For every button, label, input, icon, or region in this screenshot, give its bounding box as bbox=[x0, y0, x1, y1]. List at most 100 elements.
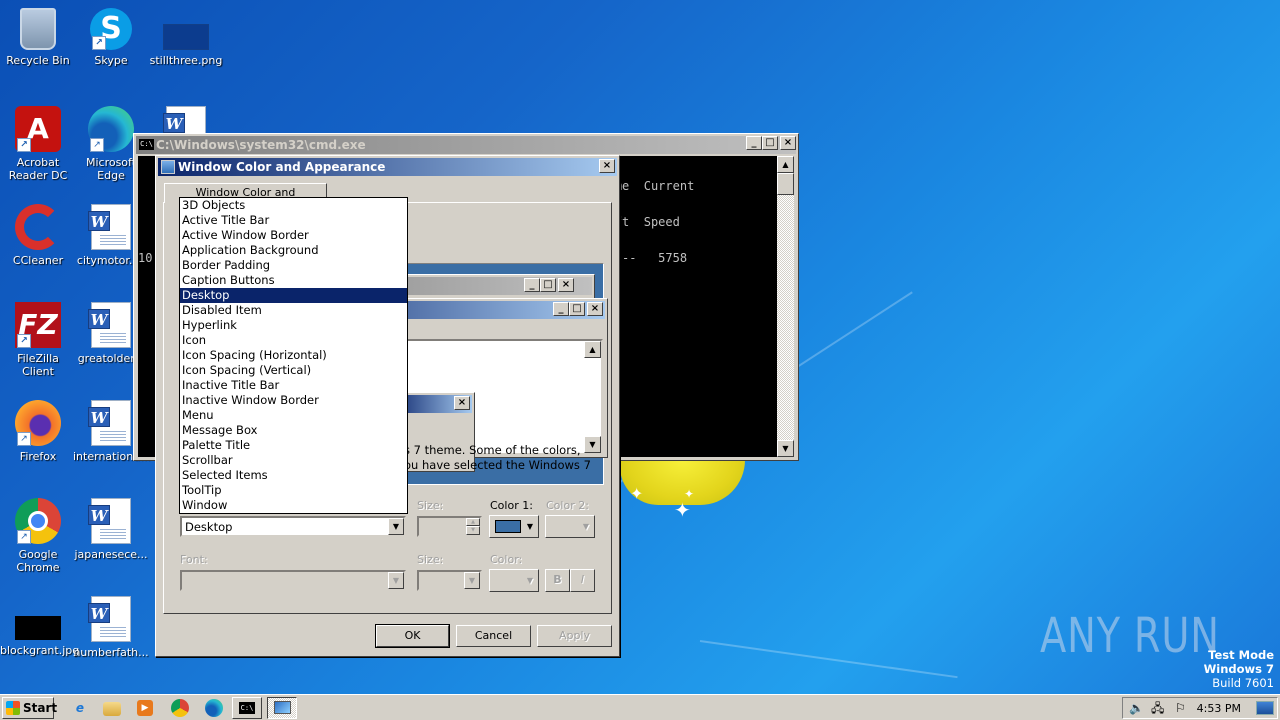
dropdown-option[interactable]: 3D Objects bbox=[180, 198, 407, 213]
dropdown-option[interactable]: Menu bbox=[180, 408, 407, 423]
edge-icon: ↗ bbox=[88, 106, 134, 152]
minimize-button[interactable]: _ bbox=[746, 136, 762, 150]
anyrun-watermark: ANY RUN bbox=[1040, 608, 1220, 664]
description-text: s 7 theme. Some of the colors, ou have s… bbox=[404, 443, 591, 473]
media-player-icon[interactable]: ▶ bbox=[137, 700, 153, 716]
desktop-icon-filezilla[interactable]: FZ ↗ FileZilla Client bbox=[0, 302, 76, 378]
dropdown-option[interactable]: Inactive Window Border bbox=[180, 393, 407, 408]
start-button[interactable]: Start bbox=[2, 697, 57, 719]
chrome-icon[interactable] bbox=[171, 699, 189, 717]
item-select[interactable]: Desktop ▼ bbox=[180, 516, 406, 537]
desktop-icon-numberfath[interactable]: W numberfath... bbox=[73, 596, 149, 659]
dropdown-option[interactable]: Inactive Title Bar bbox=[180, 378, 407, 393]
icon-label: CCleaner bbox=[12, 254, 64, 267]
show-desktop-icon[interactable] bbox=[1256, 701, 1274, 715]
dropdown-option[interactable]: Scrollbar bbox=[180, 453, 407, 468]
dropdown-option[interactable]: Active Title Bar bbox=[180, 213, 407, 228]
font-color-label: Color: bbox=[490, 553, 523, 566]
item-dropdown-list[interactable]: 3D Objects Active Title Bar Active Window … bbox=[179, 197, 408, 514]
file-explorer-icon[interactable] bbox=[103, 702, 121, 716]
maximize-icon: □ bbox=[540, 278, 556, 292]
size-spinner: ▲ ▼ bbox=[417, 516, 482, 537]
font-label: Font: bbox=[180, 553, 208, 566]
network-icon[interactable]: 🖧 bbox=[1151, 700, 1164, 716]
volume-icon[interactable]: 🔈 bbox=[1129, 700, 1144, 716]
color1-swatch bbox=[495, 520, 521, 533]
dropdown-option[interactable]: Window bbox=[180, 498, 407, 513]
desktop-icon-recycle-bin[interactable]: Recycle Bin bbox=[0, 8, 76, 67]
firefox-icon: ↗ bbox=[15, 400, 61, 446]
dropdown-option[interactable]: Hyperlink bbox=[180, 318, 407, 333]
ok-button[interactable]: OK bbox=[375, 624, 450, 648]
recycle-bin-icon bbox=[20, 8, 56, 50]
desktop-icon-acrobat[interactable]: A ↗ Acrobat Reader DC bbox=[0, 106, 76, 182]
cancel-button[interactable]: Cancel bbox=[456, 625, 531, 647]
font-size-select: ▼ bbox=[417, 570, 482, 591]
dropdown-option[interactable]: Palette Title bbox=[180, 438, 407, 453]
dropdown-option[interactable]: Desktop bbox=[180, 288, 407, 303]
shortcut-arrow-icon: ↗ bbox=[17, 138, 31, 152]
filezilla-icon: FZ ↗ bbox=[15, 302, 61, 348]
dropdown-option[interactable]: Border Padding bbox=[180, 258, 407, 273]
dropdown-option[interactable]: Application Background bbox=[180, 243, 407, 258]
scroll-up-icon: ▲ bbox=[584, 341, 601, 358]
chrome-icon: ↗ bbox=[15, 498, 61, 544]
maximize-icon: □ bbox=[569, 302, 585, 316]
chevron-down-icon[interactable]: ▼ bbox=[388, 518, 404, 535]
desktop-icon-japanesece[interactable]: W japanesece... bbox=[73, 498, 149, 561]
icon-label: Skype bbox=[94, 54, 128, 67]
dropdown-option[interactable]: Active Window Border bbox=[180, 228, 407, 243]
clock[interactable]: 4:53 PM bbox=[1197, 701, 1241, 717]
description-line: ou have selected the Windows 7 bbox=[404, 458, 591, 472]
desktop-icon-stillthree[interactable]: stillthree.png bbox=[148, 8, 224, 67]
shortcut-arrow-icon: ↗ bbox=[17, 530, 31, 544]
maximize-button[interactable]: □ bbox=[762, 136, 778, 150]
desktop-icon-chrome[interactable]: ↗ Google Chrome bbox=[0, 498, 76, 574]
close-button[interactable]: × bbox=[780, 136, 796, 150]
close-icon: × bbox=[587, 302, 603, 316]
test-mode-line: Test Mode bbox=[1208, 648, 1274, 662]
windows-logo-icon bbox=[6, 701, 20, 715]
taskbar: Start e ▶ C:\ 🔈 🖧 ⚐ 4:53 PM bbox=[0, 694, 1280, 720]
cmd-title-bar[interactable]: C:\ C:\Windows\system32\cmd.exe bbox=[136, 136, 796, 154]
dropdown-option[interactable]: Disabled Item bbox=[180, 303, 407, 318]
system-tray: 🔈 🖧 ⚐ 4:53 PM bbox=[1122, 697, 1278, 719]
close-button[interactable]: × bbox=[599, 159, 615, 173]
desktop-icon-skype[interactable]: S ↗ Skype bbox=[73, 8, 149, 67]
edge-icon[interactable] bbox=[205, 699, 223, 717]
chevron-down-icon: ▼ bbox=[582, 522, 589, 531]
scroll-up-icon[interactable]: ▲ bbox=[777, 156, 794, 173]
dropdown-option[interactable]: Message Box bbox=[180, 423, 407, 438]
dropdown-option[interactable]: ToolTip bbox=[180, 483, 407, 498]
icon-label: japanesece... bbox=[74, 548, 148, 561]
dropdown-option[interactable]: Icon Spacing (Horizontal) bbox=[180, 348, 407, 363]
dialog-title-bar[interactable]: Window Color and Appearance bbox=[158, 158, 617, 176]
console-scrollbar[interactable]: ▲ ▼ bbox=[777, 156, 794, 457]
icon-label: stillthree.png bbox=[149, 54, 223, 67]
scroll-thumb[interactable] bbox=[777, 173, 794, 195]
desktop-icon-blockgrant[interactable]: blockgrant.jpg bbox=[0, 596, 79, 657]
font-size-label: Size: bbox=[417, 553, 444, 566]
chevron-down-icon: ▼ bbox=[464, 572, 480, 589]
cmd-task[interactable]: C:\ bbox=[232, 697, 262, 719]
desktop-icon-ccleaner[interactable]: CCleaner bbox=[0, 204, 76, 267]
dropdown-option[interactable]: Caption Buttons bbox=[180, 273, 407, 288]
close-icon: × bbox=[558, 278, 574, 292]
action-center-flag-icon[interactable]: ⚐ bbox=[1175, 700, 1186, 716]
icon-label: Microsoft Edge bbox=[85, 156, 137, 182]
word-doc-icon: W bbox=[88, 400, 131, 446]
spin-down-icon: ▼ bbox=[466, 526, 480, 535]
scroll-down-icon[interactable]: ▼ bbox=[777, 440, 794, 457]
shortcut-arrow-icon: ↗ bbox=[90, 138, 104, 152]
dropdown-option[interactable]: Icon Spacing (Vertical) bbox=[180, 363, 407, 378]
dropdown-option[interactable]: Selected Items bbox=[180, 468, 407, 483]
image-file-icon bbox=[15, 616, 61, 640]
color2-label: Color 2: bbox=[546, 499, 589, 512]
desktop-icon-firefox[interactable]: ↗ Firefox bbox=[0, 400, 76, 463]
spin-up-icon: ▲ bbox=[466, 518, 480, 526]
color1-picker[interactable]: ▼ bbox=[489, 515, 539, 538]
dropdown-option[interactable]: Icon bbox=[180, 333, 407, 348]
font-color-picker: ▼ bbox=[489, 569, 539, 592]
internet-explorer-icon[interactable]: e bbox=[70, 698, 90, 718]
display-properties-task[interactable] bbox=[267, 697, 297, 719]
